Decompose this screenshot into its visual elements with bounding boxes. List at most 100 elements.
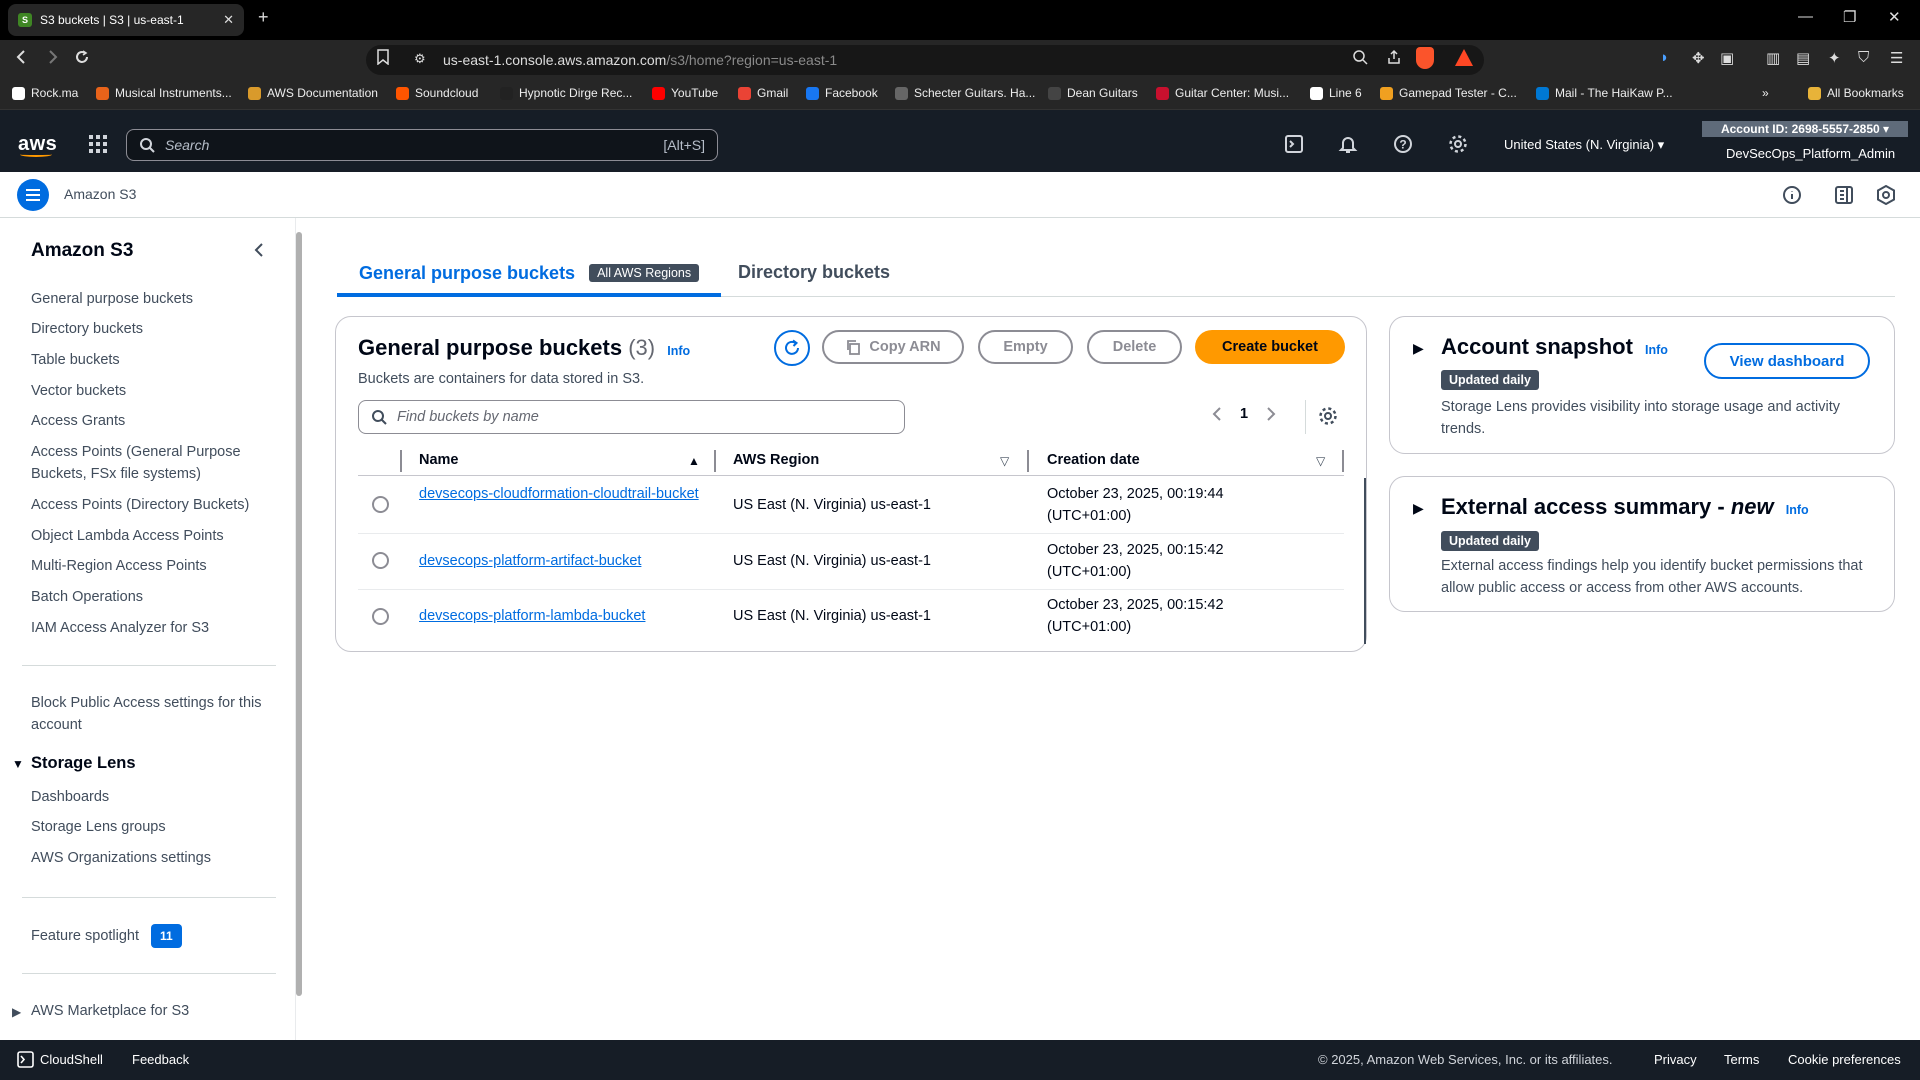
next-page-icon[interactable] <box>1266 406 1276 422</box>
sort-descending-icon[interactable]: ▽ <box>1000 454 1009 468</box>
tab-directory-buckets[interactable]: Directory buckets <box>738 262 890 283</box>
tools-panel-icon[interactable] <box>1834 185 1854 205</box>
info-panel-icon[interactable] <box>1782 185 1802 205</box>
bookmark-item[interactable]: Facebook <box>806 86 878 100</box>
bookmark-item[interactable]: Schecter Guitars. Ha... <box>895 86 1035 100</box>
tab-general-purpose-buckets[interactable]: General purpose buckets All AWS Regions <box>337 253 722 297</box>
sidebar-item-object-lambda[interactable]: Object Lambda Access Points <box>31 525 224 547</box>
sort-descending-icon[interactable]: ▽ <box>1316 454 1325 468</box>
cloudshell-icon[interactable] <box>1284 134 1304 154</box>
browser-tab[interactable]: S S3 buckets | S3 | us-east-1 ✕ <box>8 4 244 36</box>
caret-down-icon[interactable]: ▼ <box>12 757 24 771</box>
menu-icon[interactable]: ☰ <box>1890 49 1903 67</box>
account-name-menu[interactable]: DevSecOps_Platform_Admin <box>1726 146 1895 161</box>
cookie-preferences-link[interactable]: Cookie preferences <box>1788 1052 1901 1067</box>
reload-icon[interactable] <box>74 49 90 65</box>
page-number[interactable]: 1 <box>1240 406 1248 422</box>
new-tab-icon[interactable]: + <box>258 7 269 28</box>
sidebar-item-block-public-access[interactable]: Block Public Access settings for this ac… <box>31 692 267 736</box>
navigation-menu-icon[interactable] <box>17 179 49 211</box>
region-selector[interactable]: United States (N. Virginia) ▾ <box>1504 137 1664 153</box>
sidebar-item-dashboards[interactable]: Dashboards <box>31 786 109 808</box>
tab-search-icon[interactable]: ▣ <box>1720 49 1734 67</box>
share-icon[interactable] <box>1386 49 1402 65</box>
sidebar-title[interactable]: Amazon S3 <box>31 240 133 262</box>
expand-caret-icon[interactable]: ▶ <box>1413 340 1424 357</box>
bookmark-icon[interactable] <box>376 49 390 65</box>
bookmark-item[interactable]: Gamepad Tester - C... <box>1380 86 1517 100</box>
terms-link[interactable]: Terms <box>1724 1052 1759 1067</box>
info-link[interactable]: Info <box>1786 503 1809 517</box>
bucket-name-link[interactable]: devsecops-cloudformation-cloudtrail-buck… <box>419 483 699 505</box>
table-preferences-gear-icon[interactable] <box>1318 406 1338 426</box>
bookmark-item[interactable]: Guitar Center: Musi... <box>1156 86 1289 100</box>
site-info-icon[interactable]: ⚙ <box>414 51 426 67</box>
empty-button[interactable]: Empty <box>978 330 1073 364</box>
q-assistant-icon[interactable] <box>1876 185 1896 205</box>
column-header-creation-date[interactable]: Creation date <box>1047 452 1140 468</box>
bookmark-item[interactable]: Dean Guitars <box>1048 86 1138 100</box>
bucket-name-link[interactable]: devsecops-platform-lambda-bucket <box>419 605 645 627</box>
sidebar-scrollbar[interactable] <box>296 232 302 996</box>
url-text[interactable]: us-east-1.console.aws.amazon.com/s3/home… <box>443 52 837 68</box>
bucket-select-radio[interactable] <box>372 552 389 569</box>
bookmark-item[interactable]: Soundcloud <box>396 86 478 100</box>
restore-icon[interactable]: ❐ <box>1843 8 1856 26</box>
sidebar-item-org-settings[interactable]: AWS Organizations settings <box>31 847 211 869</box>
zoom-icon[interactable] <box>1352 49 1368 65</box>
copy-arn-button[interactable]: Copy ARN <box>822 330 964 364</box>
close-sidebar-icon[interactable] <box>252 242 266 258</box>
cloudshell-link[interactable]: CloudShell <box>40 1052 103 1067</box>
settings-gear-icon[interactable] <box>1448 134 1468 154</box>
bookmark-item[interactable]: Musical Instruments... <box>96 86 232 100</box>
column-header-region[interactable]: AWS Region <box>733 452 819 468</box>
services-grid-icon[interactable] <box>88 134 108 154</box>
bucket-name-link[interactable]: devsecops-platform-artifact-bucket <box>419 550 641 572</box>
sidebar-section-storage-lens[interactable]: Storage Lens <box>31 754 136 773</box>
sidebar-item-access-grants[interactable]: Access Grants <box>31 410 125 432</box>
sort-ascending-icon[interactable]: ▲ <box>688 454 700 468</box>
privacy-link[interactable]: Privacy <box>1654 1052 1697 1067</box>
back-icon[interactable] <box>14 49 30 65</box>
console-search-input[interactable]: Search [Alt+S] <box>126 129 718 161</box>
sidebar-item-vector-buckets[interactable]: Vector buckets <box>31 380 126 402</box>
delete-button[interactable]: Delete <box>1087 330 1182 364</box>
sidebar-toggle-icon[interactable]: ▥ <box>1766 49 1780 67</box>
info-link[interactable]: Info <box>667 344 690 358</box>
bookmark-item[interactable]: Rock.ma <box>12 86 78 100</box>
sidebar-item-storage-lens-groups[interactable]: Storage Lens groups <box>31 816 166 838</box>
leo-ai-icon[interactable]: ◗ <box>1660 49 1669 66</box>
minimize-icon[interactable]: — <box>1798 8 1813 25</box>
more-bookmarks-icon[interactable]: » <box>1762 86 1769 100</box>
ai-sparkle-icon[interactable]: ✦ <box>1828 49 1841 67</box>
info-link[interactable]: Info <box>1645 343 1668 357</box>
sidebar-item-access-points-directory[interactable]: Access Points (Directory Buckets) <box>31 494 249 516</box>
bookmark-item[interactable]: YouTube <box>652 86 718 100</box>
prev-page-icon[interactable] <box>1212 406 1222 422</box>
sidebar-item-batch-operations[interactable]: Batch Operations <box>31 586 143 608</box>
wallet-icon[interactable]: ▤ <box>1796 49 1810 67</box>
bookmark-item[interactable]: Gmail <box>738 86 788 100</box>
sidebar-item-iam-access-analyzer[interactable]: IAM Access Analyzer for S3 <box>31 617 209 639</box>
bucket-select-radio[interactable] <box>372 608 389 625</box>
extensions-icon[interactable]: ✥ <box>1692 49 1705 67</box>
sidebar-item-marketplace[interactable]: AWS Marketplace for S3 <box>31 1000 189 1022</box>
sidebar-item-feature-spotlight[interactable]: Feature spotlight 11 <box>31 924 182 948</box>
sidebar-item-general-purpose-buckets[interactable]: General purpose buckets <box>31 288 193 310</box>
brave-rewards-icon[interactable] <box>1455 49 1473 66</box>
bookmark-item[interactable]: Mail - The HaiKaw P... <box>1536 86 1673 100</box>
close-tab-icon[interactable]: ✕ <box>223 12 234 28</box>
column-header-name[interactable]: Name <box>419 452 459 468</box>
find-buckets-input[interactable]: Find buckets by name <box>358 400 905 434</box>
bookmark-item[interactable]: AWS Documentation <box>248 86 378 100</box>
forward-icon[interactable] <box>44 49 60 65</box>
view-dashboard-button[interactable]: View dashboard <box>1704 343 1870 379</box>
sidebar-item-multi-region[interactable]: Multi-Region Access Points <box>31 555 207 577</box>
expand-caret-icon[interactable]: ▶ <box>1413 500 1424 517</box>
bucket-select-radio[interactable] <box>372 496 389 513</box>
external-access-title[interactable]: External access summary - new Info <box>1441 494 1809 520</box>
bookmark-item[interactable]: Hypnotic Dirge Rec... <box>500 86 632 100</box>
brave-shield-icon[interactable] <box>1416 47 1434 69</box>
feedback-link[interactable]: Feedback <box>132 1052 189 1067</box>
help-icon[interactable]: ? <box>1393 134 1413 154</box>
